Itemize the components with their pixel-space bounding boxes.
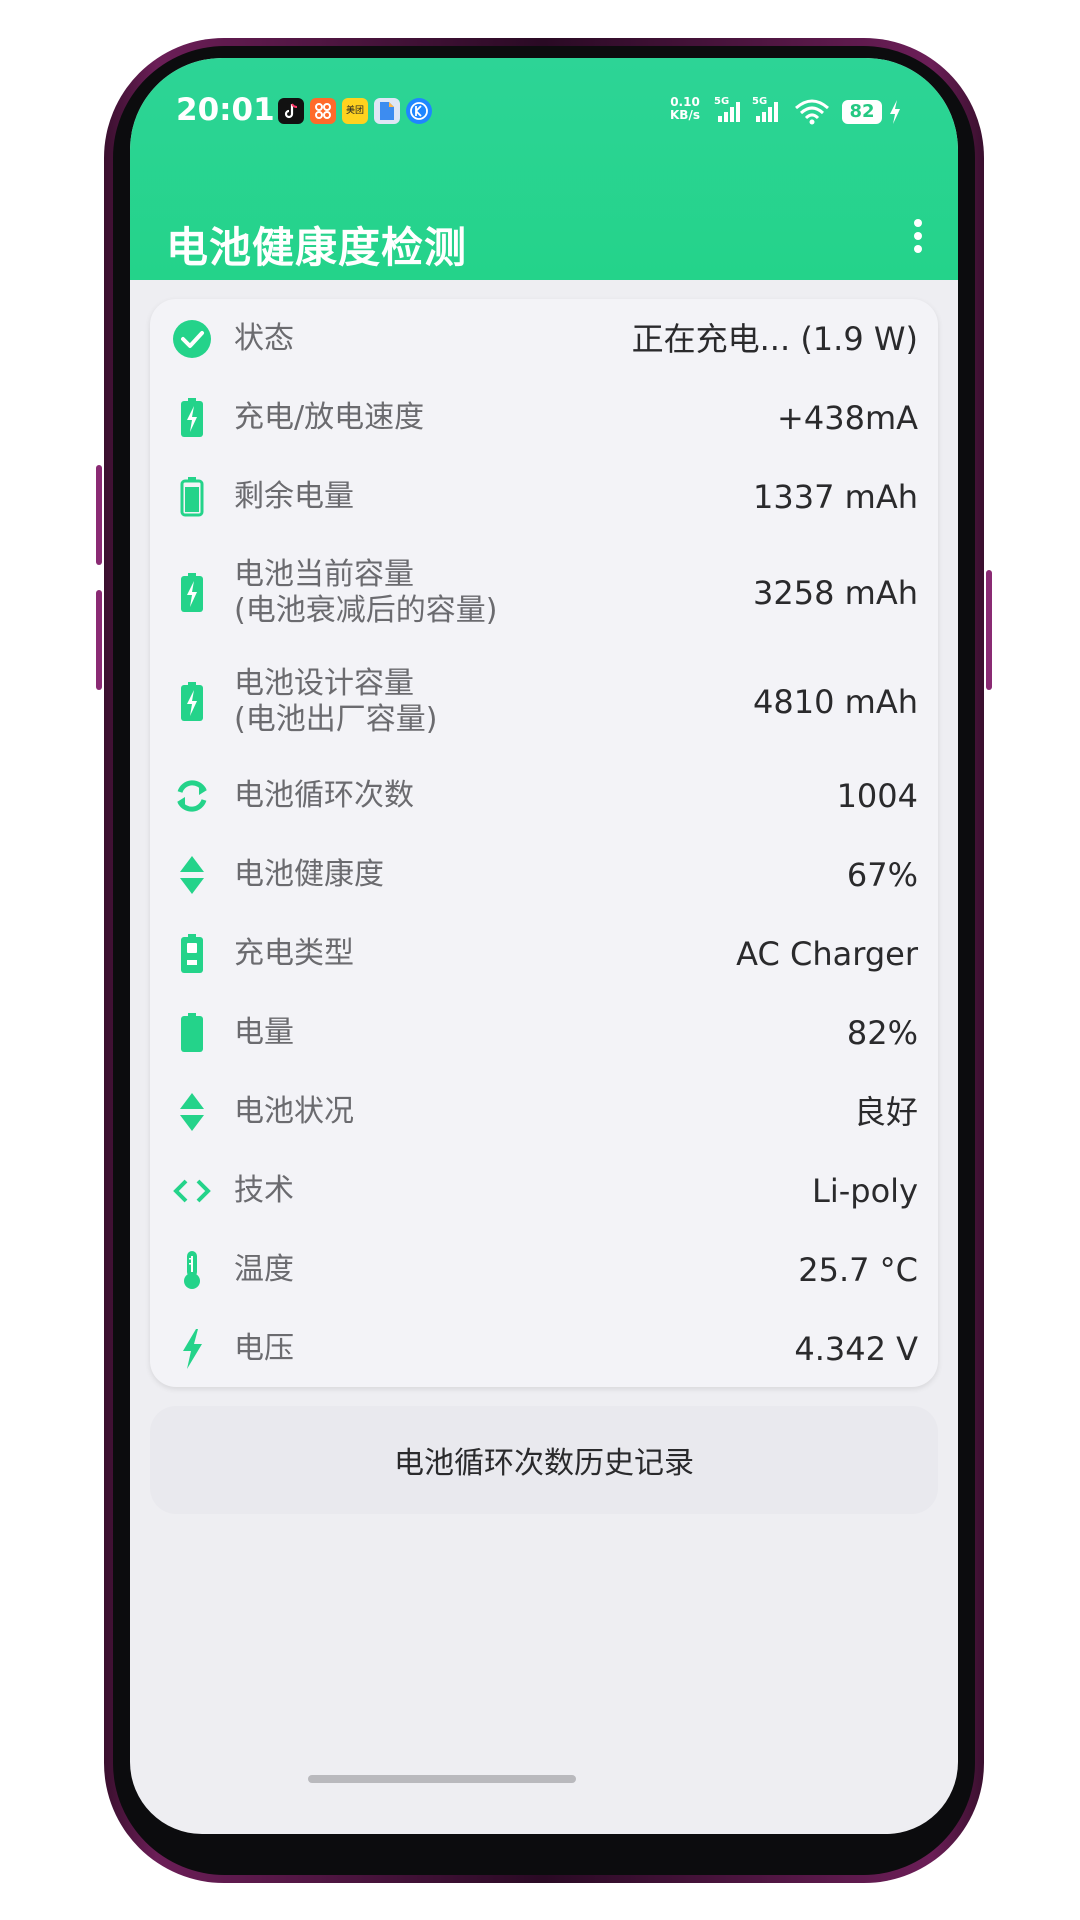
- info-value: 25.7 °C: [798, 1251, 918, 1289]
- battery-full-icon: [170, 475, 214, 519]
- info-label: 充电/放电速度: [234, 400, 425, 435]
- battery-level-badge: 82: [842, 100, 882, 124]
- info-label: 技术: [234, 1173, 294, 1208]
- info-row-remaining: 剩余电量 1337 mAh: [150, 475, 938, 519]
- info-value: 1337 mAh: [753, 478, 918, 516]
- info-label: 电池健康度: [234, 857, 384, 892]
- info-label: 电压: [234, 1331, 294, 1366]
- info-row-design-capacity: 电池设计容量 (电池出厂容量) 4810 mAh: [150, 666, 938, 738]
- info-label: 温度: [234, 1252, 294, 1287]
- thermometer-icon: [170, 1248, 214, 1292]
- info-label: 充电类型: [234, 936, 354, 971]
- meituan-icon: 美团: [342, 98, 368, 124]
- info-value: 3258 mAh: [753, 574, 918, 612]
- info-sublabel: (电池衰减后的容量): [234, 593, 498, 628]
- battery-info-card: 状态 正在充电... (1.9 W) 充电/放电速度 +438mA 剩余电量 1…: [150, 299, 938, 1387]
- info-value: 82%: [846, 1014, 918, 1052]
- home-indicator[interactable]: [308, 1775, 576, 1783]
- charging-bolt-icon: [888, 99, 902, 129]
- info-label: 电池当前容量: [234, 557, 414, 592]
- battery-charging-icon: [170, 680, 214, 724]
- info-value: +438mA: [777, 399, 918, 437]
- info-row-voltage: 电压 4.342 V: [150, 1327, 938, 1371]
- app-bar: 20:01 美团 0.10 KB/s 5G 5G 82 电池健康度检测: [130, 58, 958, 280]
- network-speed-unit: KB/s: [670, 108, 700, 122]
- more-dot-icon: [914, 245, 922, 253]
- info-label: 电池状况: [234, 1094, 354, 1129]
- screen: 20:01 美团 0.10 KB/s 5G 5G 82 电池健康度检测 状态 正…: [130, 58, 958, 1834]
- info-value: 正在充电... (1.9 W): [631, 320, 918, 358]
- cycle-history-button[interactable]: 电池循环次数历史记录: [150, 1406, 938, 1514]
- info-value: 4.342 V: [794, 1330, 918, 1368]
- info-row-technology: 技术 Li-poly: [150, 1169, 938, 1213]
- app-icon: [310, 98, 336, 124]
- info-value: 4810 mAh: [753, 683, 918, 721]
- info-row-charger-type: 充电类型 AC Charger: [150, 932, 938, 976]
- cycle-icon: [170, 774, 214, 818]
- battery-charging-icon: [170, 571, 214, 615]
- up-down-arrows-icon: [170, 1090, 214, 1134]
- signal-icon: 5G: [752, 96, 786, 126]
- files-icon: [374, 98, 400, 124]
- info-row-current-capacity: 电池当前容量 (电池衰减后的容量) 3258 mAh: [150, 557, 938, 629]
- battery-plug-icon: [170, 932, 214, 976]
- status-bar: 20:01 美团 0.10 KB/s 5G 5G 82: [130, 58, 958, 158]
- more-dot-icon: [914, 219, 922, 227]
- info-sublabel: (电池出厂容量): [234, 702, 438, 737]
- battery-solid-icon: [170, 1011, 214, 1055]
- info-label: 电池循环次数: [234, 778, 414, 813]
- info-value: 1004: [836, 777, 918, 815]
- lightning-icon: [170, 1327, 214, 1371]
- wifi-icon: [794, 98, 830, 130]
- more-dot-icon: [914, 232, 922, 240]
- more-options-button[interactable]: [900, 215, 936, 263]
- info-label: 电池设计容量: [234, 666, 414, 701]
- info-value: 良好: [853, 1093, 918, 1131]
- info-value: AC Charger: [736, 935, 918, 973]
- network-speed: 0.10 KB/s: [670, 96, 700, 122]
- tiktok-icon: [278, 98, 304, 124]
- info-value: Li-poly: [812, 1172, 918, 1210]
- info-label: 电量: [234, 1015, 294, 1050]
- meituan-label: 美团: [345, 106, 364, 116]
- page-title: 电池健康度检测: [166, 223, 468, 272]
- signal-icon: 5G: [714, 96, 748, 126]
- phone-side-button: [986, 570, 992, 690]
- phone-side-button: [96, 590, 102, 690]
- check-circle-icon: [170, 317, 214, 361]
- info-row-charge-rate: 充电/放电速度 +438mA: [150, 396, 938, 440]
- info-row-level: 电量 82%: [150, 1011, 938, 1055]
- battery-charging-icon: [170, 396, 214, 440]
- info-row-condition: 电池状况 良好: [150, 1090, 938, 1134]
- phone-side-button: [96, 465, 102, 565]
- info-row-temperature: 温度 25.7 °C: [150, 1248, 938, 1292]
- info-label: 状态: [234, 321, 294, 356]
- code-brackets-icon: [170, 1169, 214, 1213]
- info-label: 剩余电量: [234, 479, 354, 514]
- up-down-arrows-icon: [170, 853, 214, 897]
- kugou-icon: [406, 98, 432, 124]
- info-row-cycle-count: 电池循环次数 1004: [150, 774, 938, 818]
- info-value: 67%: [846, 856, 918, 894]
- info-row-health: 电池健康度 67%: [150, 853, 938, 897]
- info-row-status: 状态 正在充电... (1.9 W): [150, 317, 938, 361]
- status-time: 20:01: [176, 92, 275, 128]
